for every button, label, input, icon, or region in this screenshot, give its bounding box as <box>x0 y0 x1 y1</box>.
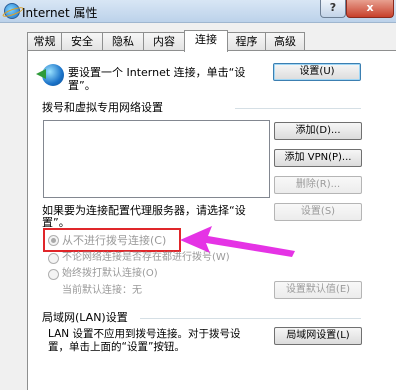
lan-settings-button[interactable]: 局域网设置(L) <box>274 327 362 345</box>
lan-text-line1: LAN 设置不应用到拨号连接。对于拨号设 <box>48 328 241 340</box>
lan-text-line2: 置，单击上面的“设置”按钮。 <box>48 341 185 353</box>
lan-group-title: 局域网(LAN)设置 <box>42 311 128 324</box>
tab-connections[interactable]: 连接 <box>184 30 228 52</box>
lan-divider <box>140 318 361 319</box>
